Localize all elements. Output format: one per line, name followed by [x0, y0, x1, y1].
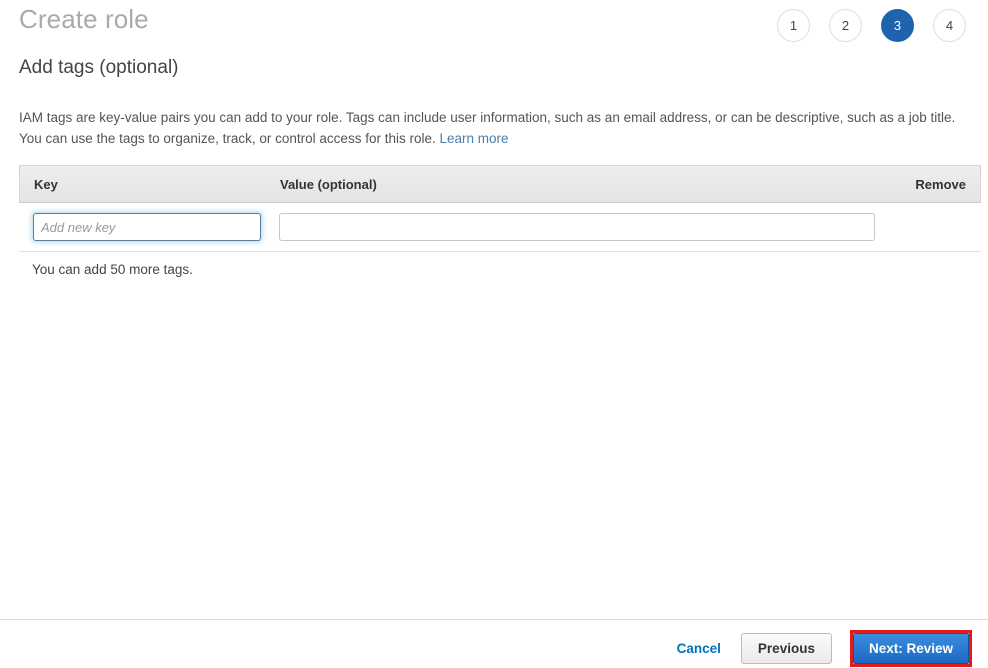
description-text: IAM tags are key-value pairs you can add… — [19, 107, 967, 149]
wizard-step-4[interactable]: 4 — [933, 9, 966, 42]
tag-key-input[interactable] — [33, 213, 261, 241]
tag-key-cell — [33, 213, 279, 241]
footer-divider — [0, 619, 988, 620]
tags-remaining-note: You can add 50 more tags. — [32, 262, 193, 277]
wizard-step-3[interactable]: 3 — [881, 9, 914, 42]
wizard-step-1[interactable]: 1 — [777, 9, 810, 42]
next-review-highlight-box: Next: Review — [850, 630, 972, 667]
footer-actions: Cancel Previous Next: Review — [657, 630, 972, 667]
tag-value-cell — [279, 213, 947, 241]
table-row — [19, 203, 981, 252]
column-header-key: Key — [34, 177, 280, 192]
column-header-value: Value (optional) — [280, 177, 846, 192]
section-title: Add tags (optional) — [19, 54, 179, 81]
tag-value-input[interactable] — [279, 213, 875, 241]
page-title: Create role — [19, 2, 149, 36]
column-header-remove: Remove — [846, 177, 966, 192]
previous-button[interactable]: Previous — [741, 633, 832, 664]
next-review-button[interactable]: Next: Review — [853, 633, 969, 664]
tags-table: Key Value (optional) Remove — [19, 165, 981, 252]
tags-table-header: Key Value (optional) Remove — [19, 165, 981, 203]
wizard-step-2[interactable]: 2 — [829, 9, 862, 42]
tag-key-wrapper — [33, 213, 261, 241]
cancel-button[interactable]: Cancel — [657, 641, 741, 656]
learn-more-link[interactable]: Learn more — [440, 131, 509, 146]
wizard-step-indicator: 1 2 3 4 — [777, 9, 966, 42]
